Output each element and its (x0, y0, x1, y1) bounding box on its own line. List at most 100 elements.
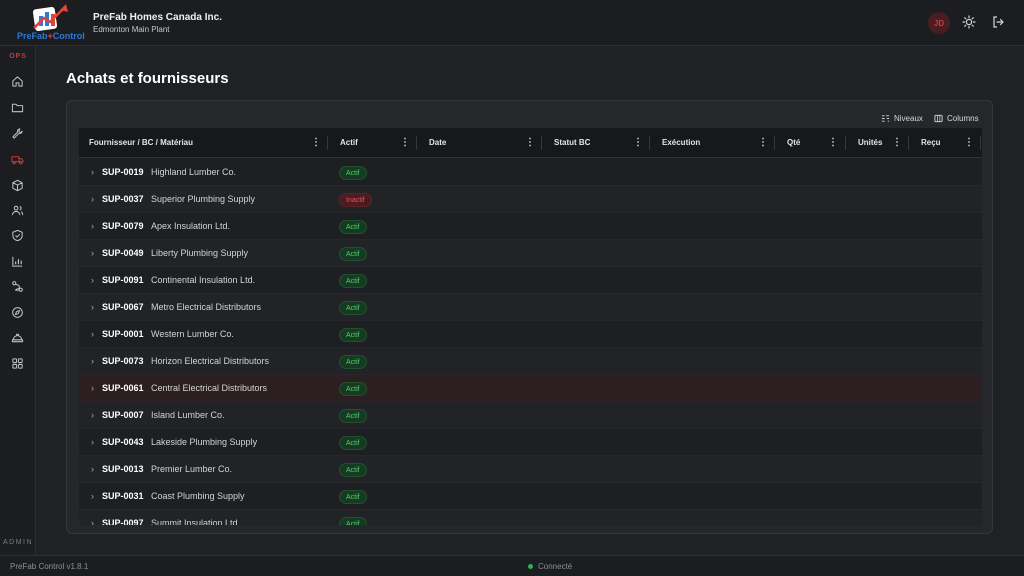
sidebar-item-tools[interactable] (10, 126, 25, 141)
expand-chevron-icon[interactable]: › (91, 321, 94, 348)
supplier-name: Coast Plumbing Supply (151, 491, 245, 501)
table-row[interactable]: › SUP-0097 Summit Insulation Ltd. Actif (79, 510, 982, 525)
column-menu-icon[interactable]: ⋮ (311, 128, 321, 158)
table-header: Fournisseur / BC / Matériau ⋮ Actif ⋮ Da… (79, 128, 982, 158)
supplier-code: SUP-0067 (102, 302, 144, 312)
column-header-received[interactable]: Reçu (921, 128, 941, 158)
table-row[interactable]: › SUP-0067 Metro Electrical Distributors Ac… (79, 294, 982, 321)
supplier-code: SUP-0073 (102, 356, 144, 366)
box-icon (12, 179, 23, 192)
column-divider[interactable] (980, 136, 981, 150)
table-row[interactable]: › SUP-0031 Coast Plumbing Supply Actif (79, 483, 982, 510)
expand-chevron-icon[interactable]: › (91, 348, 94, 375)
logout-icon[interactable] (991, 15, 1005, 29)
supplier-name: Apex Insulation Ltd. (151, 221, 231, 231)
columns-button[interactable]: Columns (934, 114, 979, 123)
column-header-quantity[interactable]: Qté (787, 128, 800, 158)
expand-chevron-icon[interactable]: › (91, 402, 94, 429)
column-divider[interactable] (541, 136, 542, 150)
supplier-code: SUP-0043 (102, 437, 144, 447)
column-menu-icon[interactable]: ⋮ (525, 128, 535, 158)
supplier-name: Western Lumber Co. (151, 329, 234, 339)
column-menu-icon[interactable]: ⋮ (633, 128, 643, 158)
supplier-name: Summit Insulation Ltd. (151, 518, 241, 525)
supplier-code: SUP-0001 (102, 329, 144, 339)
status-badge: Actif (339, 409, 367, 423)
expand-chevron-icon[interactable]: › (91, 159, 94, 186)
sidebar-item-reports[interactable] (10, 254, 25, 269)
column-divider[interactable] (774, 136, 775, 150)
sidebar-item-routes[interactable] (10, 279, 25, 294)
table-row[interactable]: › SUP-0079 Apex Insulation Ltd. Actif (79, 213, 982, 240)
status-badge: Actif (339, 517, 367, 525)
table-row[interactable]: › SUP-0037 Superior Plumbing Supply Inactif (79, 186, 982, 213)
sidebar-item-explore[interactable] (10, 305, 25, 320)
supplier-code: SUP-0049 (102, 248, 144, 258)
column-divider[interactable] (845, 136, 846, 150)
table-row[interactable]: › SUP-0019 Highland Lumber Co. Actif (79, 159, 982, 186)
column-menu-icon[interactable]: ⋮ (758, 128, 768, 158)
column-header-execution[interactable]: Exécution (662, 128, 700, 158)
column-header-po-status[interactable]: Statut BC (554, 128, 590, 158)
sidebar-item-safety[interactable] (10, 330, 25, 345)
status-badge: Actif (339, 274, 367, 288)
status-badge: Actif (339, 382, 367, 396)
grid-icon (12, 358, 23, 369)
table-row[interactable]: › SUP-0049 Liberty Plumbing Supply Actif (79, 240, 982, 267)
table-row[interactable]: › SUP-0013 Premier Lumber Co. Actif (79, 456, 982, 483)
expand-chevron-icon[interactable]: › (91, 429, 94, 456)
status-badge: Actif (339, 436, 367, 450)
table-row[interactable]: › SUP-0007 Island Lumber Co. Actif (79, 402, 982, 429)
column-divider[interactable] (908, 136, 909, 150)
user-avatar[interactable]: JD (928, 12, 950, 34)
table-row-highlighted[interactable]: › SUP-0061 Central Electrical Distributors… (79, 375, 982, 402)
expand-chevron-icon[interactable]: › (91, 213, 94, 240)
sidebar-item-home[interactable] (10, 74, 25, 89)
table-row[interactable]: › SUP-0001 Western Lumber Co. Actif (79, 321, 982, 348)
column-divider[interactable] (327, 136, 328, 150)
expand-chevron-icon[interactable]: › (91, 456, 94, 483)
supplier-name: Highland Lumber Co. (151, 167, 237, 177)
supplier-name: Island Lumber Co. (151, 410, 225, 420)
column-header-units[interactable]: Unités (858, 128, 882, 158)
expand-chevron-icon[interactable]: › (91, 294, 94, 321)
expand-chevron-icon[interactable]: › (91, 186, 94, 213)
page-title: Achats et fournisseurs (66, 70, 229, 87)
column-menu-icon[interactable]: ⋮ (892, 128, 902, 158)
sidebar-item-quality[interactable] (10, 228, 25, 243)
table-row[interactable]: › SUP-0073 Horizon Electrical Distributors… (79, 348, 982, 375)
column-menu-icon[interactable]: ⋮ (828, 128, 838, 158)
levels-button[interactable]: Niveaux (881, 114, 923, 123)
column-header-date[interactable]: Date (429, 128, 446, 158)
app-version: PreFab Control v1.8.1 (10, 562, 89, 571)
table-row[interactable]: › SUP-0043 Lakeside Plumbing Supply Actif (79, 429, 982, 456)
column-divider[interactable] (416, 136, 417, 150)
top-bar: PreFab+Control PreFab Homes Canada Inc. … (0, 0, 1024, 46)
supplier-name: Continental Insulation Ltd. (151, 275, 256, 285)
column-menu-icon[interactable]: ⋮ (964, 128, 974, 158)
plant-name: Edmonton Main Plant (93, 25, 170, 34)
hard-hat-icon (11, 333, 24, 343)
suppliers-table: Fournisseur / BC / Matériau ⋮ Actif ⋮ Da… (79, 128, 982, 525)
sidebar-item-projects[interactable] (10, 100, 25, 115)
column-header-supplier[interactable]: Fournisseur / BC / Matériau (89, 128, 193, 158)
expand-chevron-icon[interactable]: › (91, 240, 94, 267)
theme-toggle-sun-icon[interactable] (962, 15, 976, 29)
expand-chevron-icon[interactable]: › (91, 267, 94, 294)
column-menu-icon[interactable]: ⋮ (400, 128, 410, 158)
supplier-name: Superior Plumbing Supply (151, 194, 256, 204)
column-header-actif[interactable]: Actif (340, 128, 358, 158)
supplier-code: SUP-0079 (102, 221, 144, 231)
supplier-code: SUP-0007 (102, 410, 144, 420)
expand-chevron-icon[interactable]: › (91, 375, 94, 402)
supplier-name: Central Electrical Distributors (151, 383, 268, 393)
column-divider[interactable] (649, 136, 650, 150)
expand-chevron-icon[interactable]: › (91, 483, 94, 510)
sidebar-item-apps[interactable] (10, 356, 25, 371)
table-row[interactable]: › SUP-0091 Continental Insulation Ltd. Acti… (79, 267, 982, 294)
sidebar-item-inventory[interactable] (10, 178, 25, 193)
expand-chevron-icon[interactable]: › (91, 510, 94, 525)
sidebar-item-users[interactable] (10, 203, 25, 218)
sidebar-item-purchasing[interactable] (10, 152, 25, 167)
supplier-code: SUP-0061 (102, 383, 144, 393)
